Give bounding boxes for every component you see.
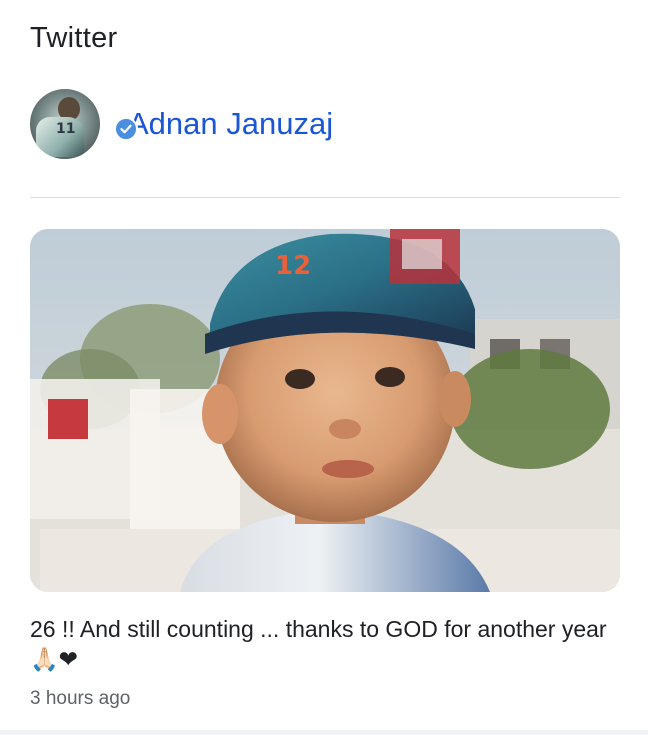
verified-badge-icon — [114, 117, 138, 141]
cap-number: 12 — [275, 251, 311, 281]
author-name-link[interactable]: Adnan Januzaj — [128, 106, 333, 142]
author-row[interactable]: 11 Adnan Januzaj — [30, 88, 620, 160]
post-timestamp: 3 hours ago — [30, 688, 131, 709]
avatar-jersey-number: 11 — [56, 121, 76, 137]
section-title: Twitter — [30, 22, 118, 54]
card-bottom-border — [0, 730, 648, 735]
post-image[interactable]: 12 — [30, 229, 620, 592]
divider — [30, 197, 620, 198]
post-text-body: 26 !! And still counting ... thanks to G… — [30, 616, 607, 642]
post-text: 26 !! And still counting ... thanks to G… — [30, 614, 620, 674]
author-avatar[interactable]: 11 — [30, 89, 100, 159]
post-emojis: 🙏🏻❤ — [30, 646, 78, 672]
